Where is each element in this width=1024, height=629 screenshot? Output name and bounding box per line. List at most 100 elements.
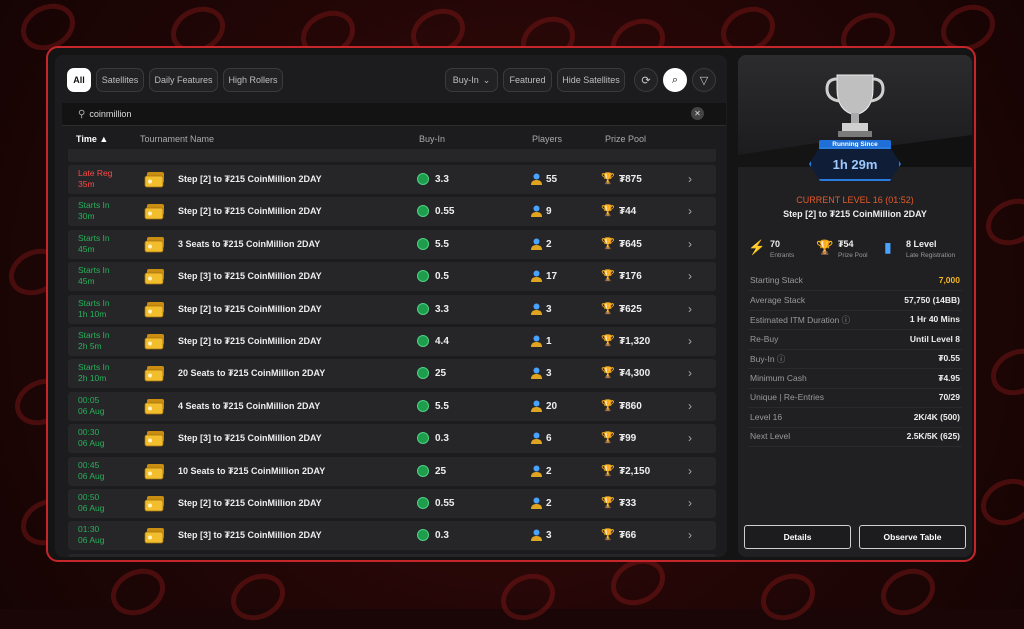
chip-icon [417,432,429,445]
table-row[interactable]: 00:50 06 Aug Step [2] to ₮215 CoinMillion … [68,489,716,518]
filter-featured[interactable]: Featured [503,68,552,92]
pattern-ring [753,565,823,629]
chevron-right-icon[interactable]: › [688,366,692,380]
player-icon [531,303,542,315]
table-row[interactable] [68,149,716,162]
table-row[interactable]: Starts In 45m 3 Seats to ₮215 CoinMillion … [68,229,716,259]
row-name: Step [2] to ₮215 CoinMillion 2DAY [178,303,322,314]
detail-value: 1 Hr 40 Mins [909,314,960,324]
table-header: Time ▲ Tournament Name Buy-In Players Pr… [55,129,727,149]
row-name: Step [2] to ₮215 CoinMillion 2DAY [178,206,322,217]
chevron-right-icon[interactable]: › [688,399,692,413]
chevron-down-icon: ⌄ [482,74,491,85]
search-bar[interactable]: ⚲ coinmillion ✕ [62,103,726,126]
row-players: 2 [546,498,552,509]
chevron-right-icon[interactable]: › [688,237,692,251]
row-time: Starts In 2h 5m [78,330,110,351]
table-row[interactable]: Late Reg 35m Step [2] to ₮215 CoinMillion … [68,165,716,194]
player-icon [531,465,542,477]
trophy-icon: 🏆 [601,173,615,185]
chevron-right-icon[interactable]: › [688,431,692,445]
column-players: Players [532,134,563,144]
chip-icon [417,399,429,412]
table-row[interactable]: Starts In 2h 10m 20 Seats to ₮215 CoinMill… [68,359,716,389]
chevron-right-icon[interactable]: › [688,496,692,510]
row-players: 6 [546,433,552,445]
table-row[interactable] [68,553,716,557]
table-row[interactable]: 00:05 06 Aug 4 Seats to ₮215 CoinMillion 2… [68,391,716,421]
detail-key: Average Stack [750,294,806,305]
row-time: 01:30 06 Aug [78,524,105,546]
table-row[interactable]: Starts In 30m Step [2] to ₮215 CoinMillion… [68,197,716,227]
chevron-right-icon[interactable]: › [688,172,692,186]
trophy-icon: 🏆 [601,529,615,542]
row-prize: ₮625 [619,303,642,315]
details-button[interactable]: Details [744,525,851,549]
row-buyin: 25 [435,368,447,380]
player-icon [531,238,542,250]
chip-icon [417,270,429,283]
row-prize: ₮860 [619,400,642,412]
current-level: CURRENT LEVEL 16 (01:52) [796,195,914,205]
chevron-right-icon[interactable]: › [688,204,692,218]
refresh-icon[interactable]: ⟳ [634,68,658,92]
search-icon[interactable]: ⌕ [663,68,687,92]
chevron-right-icon[interactable]: › [688,269,692,283]
player-icon [531,497,542,509]
bar-chart-icon: ▮ [884,239,892,255]
row-name: 3 Seats to ₮215 CoinMillion 2DAY [178,238,321,249]
row-players: 2 [546,238,552,250]
player-icon [531,400,542,412]
row-name: Step [3] to ₮215 CoinMillion 2DAY [178,271,322,282]
filter-satellites[interactable]: Satellites [96,68,144,92]
ticket-icon [144,269,164,285]
filter-high-rollers[interactable]: High Rollers [223,68,283,92]
table-row[interactable]: 00:45 06 Aug 10 Seats to ₮215 CoinMillion … [68,456,716,486]
row-name: Step [3] to ₮215 CoinMillion 2DAY [178,433,322,444]
row-buyin: 0.5 [435,271,449,283]
row-players: 1 [546,336,552,347]
column-buyin: Buy-In [419,134,446,144]
trophy-icon: 🏆 [601,335,615,347]
chevron-right-icon[interactable]: › [688,302,692,316]
filter-daily-features[interactable]: Daily Features [149,68,218,92]
stats-row: ⚡ 70 Entrants 🏆 ₮54 Prize Pool ▮ 8 Level… [748,239,972,265]
row-name: 10 Seats to ₮215 CoinMillion 2DAY [178,465,326,476]
filter-icon[interactable]: ▽ [692,68,716,92]
player-icon [531,529,542,542]
table-row[interactable]: 01:30 06 Aug Step [3] to ₮215 CoinMillion … [68,521,716,551]
search-input[interactable]: coinmillion [89,109,131,119]
buyin-dropdown[interactable]: Buy-In ⌄ [445,68,498,92]
trophy-icon: 🏆 [601,497,615,509]
detail-value: ₮0.55 [938,353,960,363]
chevron-right-icon[interactable]: › [688,464,692,478]
ticket-icon [144,463,164,479]
entrants-icon: ⚡ [748,239,766,255]
table-row[interactable]: Starts In 1h 10m Step [2] to ₮215 CoinMill… [68,294,716,324]
filter-hide-satellites[interactable]: Hide Satellites [557,68,625,92]
player-icon [531,173,542,185]
table-row[interactable]: Starts In 45m Step [3] to ₮215 CoinMillion… [68,262,716,292]
row-name: 4 Seats to ₮215 CoinMillion 2DAY [178,400,321,411]
chip-icon [417,173,429,185]
filter-all[interactable]: All [67,68,91,92]
row-buyin: 3.3 [435,303,449,315]
row-time: 00:45 06 Aug [78,459,105,481]
row-time: 00:50 06 Aug [78,492,105,513]
table-row[interactable]: 00:30 06 Aug Step [3] to ₮215 CoinMillion … [68,424,716,454]
table-row[interactable]: Starts In 2h 5m Step [2] to ₮215 CoinMilli… [68,327,716,356]
detail-key: Buy-In ⓘ [750,354,786,364]
row-time: Starts In 30m [78,200,110,222]
detail-value: 2.5K/5K (625) [906,431,960,441]
trophy-icon: 🏆 [601,399,615,412]
chevron-right-icon[interactable]: › [688,528,692,542]
chevron-right-icon[interactable]: › [688,334,692,348]
chip-icon [417,529,429,542]
pattern-ring [873,560,943,624]
column-time[interactable]: Time ▲ [76,134,108,144]
clear-search-icon[interactable]: ✕ [691,107,704,120]
row-prize: ₮44 [619,206,637,218]
chip-icon [417,302,429,315]
chip-icon [417,367,429,380]
observe-table-button[interactable]: Observe Table [859,525,966,549]
